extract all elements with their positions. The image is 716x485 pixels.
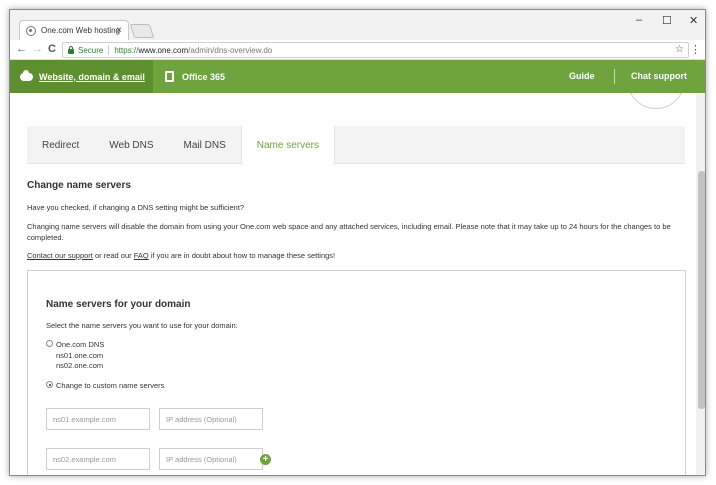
minimize-button[interactable]: – (636, 14, 642, 26)
browser-tab[interactable]: One.com Web hosting × (19, 20, 129, 40)
guide-link[interactable]: Guide (569, 71, 595, 81)
lock-icon (68, 45, 74, 54)
office-icon (165, 71, 174, 82)
tab-redirect[interactable]: Redirect (27, 126, 94, 164)
website-domain-email-link[interactable]: Website, domain & email (39, 72, 145, 82)
radio-custom-ns-label[interactable]: Change to custom name servers (56, 381, 164, 390)
ns2-input[interactable] (46, 448, 150, 470)
scrollbar-thumb[interactable] (698, 171, 705, 409)
ns1-input[interactable] (46, 408, 150, 430)
browser-toolbar: ← → C Secure https:// www.one.com /admin… (10, 40, 705, 60)
ip1-input[interactable] (159, 408, 263, 430)
url-protocol: https:// (114, 45, 139, 55)
tab-web-dns[interactable]: Web DNS (94, 126, 168, 164)
add-name-server-button[interactable]: + (260, 454, 271, 465)
ip2-input[interactable] (159, 448, 263, 470)
back-icon[interactable]: ← (16, 43, 27, 55)
forward-icon[interactable]: → (32, 43, 43, 55)
office-365-nav[interactable]: Office 365 (165, 60, 225, 93)
secure-label: Secure (78, 45, 104, 55)
reload-icon[interactable]: C (48, 43, 56, 55)
favicon-icon (26, 25, 36, 36)
check-text: Have you checked, if changing a DNS sett… (27, 203, 245, 212)
default-ns-1: ns01.one.com (56, 351, 104, 360)
office-365-label: Office 365 (182, 71, 226, 82)
decorative-circle (627, 93, 685, 109)
faq-link[interactable]: FAQ (134, 251, 149, 260)
cloud-icon (20, 69, 33, 81)
url-path: /admin/dns-overview.do (188, 45, 273, 55)
tab-name-servers[interactable]: Name servers (240, 126, 336, 165)
support-text-end: if you are in doubt about how to manage … (148, 251, 336, 260)
tab-close-icon[interactable]: × (116, 25, 122, 36)
panel-instruction: Select the name servers you want to use … (46, 321, 238, 330)
warning-text: Changing name servers will disable the d… (27, 222, 671, 242)
browser-menu-icon[interactable]: ⋮ (690, 43, 701, 56)
address-bar[interactable]: Secure https:// www.one.com /admin/dns-o… (62, 42, 689, 58)
contact-support-link[interactable]: Contact our support (27, 251, 93, 260)
panel-heading: Name servers for your domain (46, 299, 191, 310)
url-host: www.one.com (138, 45, 189, 55)
new-tab-button[interactable] (129, 24, 155, 38)
site-header: Website, domain & email Office 365 Guide… (10, 60, 705, 93)
window-close-button[interactable]: ✕ (689, 14, 698, 27)
name-servers-panel: Name servers for your domain Select the … (27, 270, 686, 475)
default-ns-2: ns02.one.com (56, 361, 104, 370)
tab-mail-dns[interactable]: Mail DNS (169, 126, 241, 164)
maximize-button[interactable]: ☐ (662, 14, 672, 27)
address-divider (108, 45, 110, 55)
support-text: Contact our support or read our FAQ if y… (27, 251, 335, 260)
radio-onecom-dns[interactable] (46, 340, 53, 347)
dns-tabs: Redirect Web DNS Mail DNS Name servers (27, 126, 685, 165)
radio-onecom-dns-label[interactable]: One.com DNS (56, 340, 104, 349)
section-heading: Change name servers (27, 180, 131, 191)
radio-custom-ns[interactable] (46, 381, 53, 388)
browser-window: One.com Web hosting × – ☐ ✕ ← → C Secure… (9, 9, 706, 476)
header-divider (614, 69, 615, 84)
chat-support-link[interactable]: Chat support (631, 71, 687, 81)
main-content: Redirect Web DNS Mail DNS Name servers C… (10, 93, 696, 475)
browser-tab-title: One.com Web hosting (41, 26, 121, 35)
website-domain-email-nav[interactable]: Website, domain & email (10, 60, 153, 93)
browser-tab-bar: One.com Web hosting × – ☐ ✕ (10, 10, 705, 40)
support-text-mid: or read our (92, 251, 134, 260)
scrollbar[interactable] (696, 93, 705, 475)
bookmark-star-icon[interactable]: ☆ (675, 44, 684, 55)
